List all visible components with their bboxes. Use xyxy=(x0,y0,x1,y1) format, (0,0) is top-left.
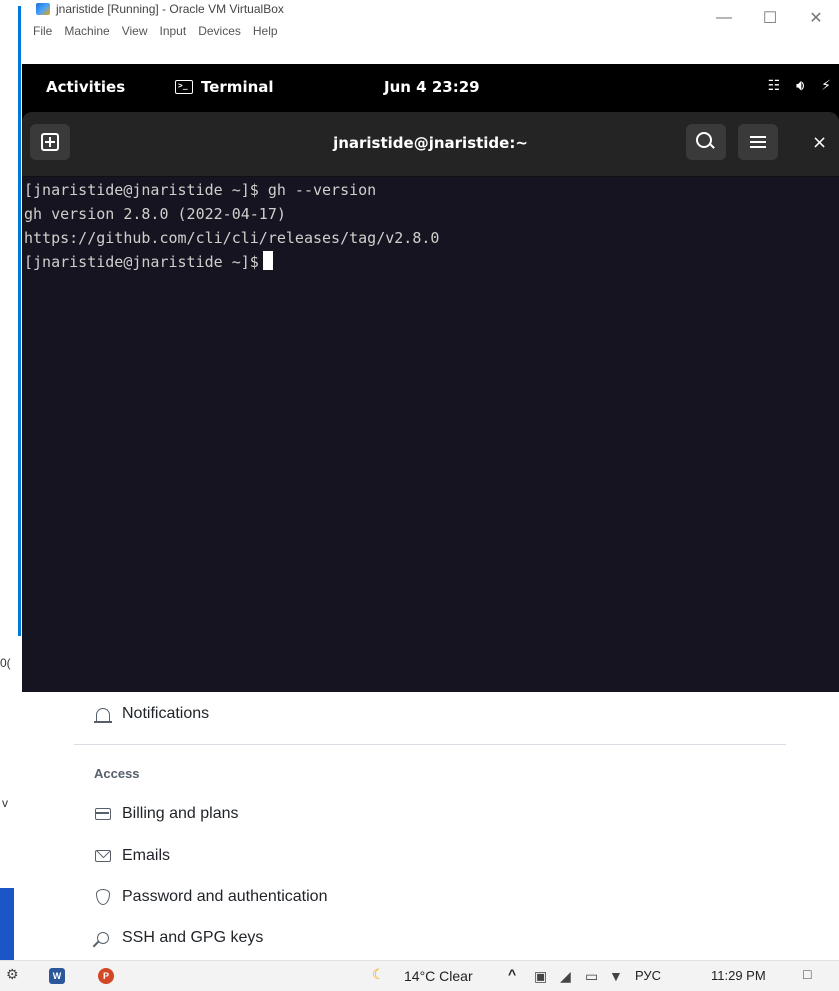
shield-icon xyxy=(96,889,110,905)
sidebar-item-password[interactable]: Password and authentication xyxy=(94,888,327,906)
vbox-menubar: File Machine View Input Devices Help xyxy=(33,24,278,38)
notification-center-icon[interactable]: □ xyxy=(803,966,811,982)
window-title: jnaristide [Running] - Oracle VM Virtual… xyxy=(56,2,284,16)
activities-button[interactable]: Activities xyxy=(46,78,125,96)
section-heading-access: Access xyxy=(94,766,140,781)
menu-view[interactable]: View xyxy=(122,24,148,38)
sidebar-item-label: Emails xyxy=(122,847,171,864)
hamburger-menu-icon xyxy=(750,136,766,148)
search-icon xyxy=(696,132,712,148)
terminal-headerbar: jnaristide@jnaristide:~ × xyxy=(22,112,839,177)
terminal-prompt: [jnaristide@jnaristide ~]$ xyxy=(24,253,259,271)
vbox-title: jnaristide [Running] - Oracle VM Virtual… xyxy=(36,2,284,16)
terminal-prompt-line: [jnaristide@jnaristide ~]$ xyxy=(24,250,839,274)
bell-icon xyxy=(94,707,112,723)
sidebar-item-label: SSH and GPG keys xyxy=(122,929,264,946)
volume-icon: 🔉︎ xyxy=(796,78,806,94)
window-controls: — ☐ ✕ xyxy=(701,0,839,36)
terminal-icon: >_ xyxy=(175,80,193,94)
weather-text[interactable]: 14°C Clear xyxy=(404,968,473,984)
weather-icon[interactable]: ☾︎ xyxy=(372,966,385,983)
terminal-output[interactable]: [jnaristide@jnaristide ~]$ gh --version g… xyxy=(22,178,839,274)
terminal-line: [jnaristide@jnaristide ~]$ gh --version xyxy=(24,181,377,199)
battery-icon[interactable]: ▭︎ xyxy=(585,968,598,985)
terminal-line: https://github.com/cli/cli/releases/tag/… xyxy=(24,229,440,247)
sidebar-item-label: Notifications xyxy=(122,705,210,722)
search-button[interactable] xyxy=(686,124,726,160)
settings-gear-icon[interactable]: ⚙︎ xyxy=(6,966,19,983)
microphone-icon[interactable]: ▼︎ xyxy=(609,968,623,984)
terminal-close-button[interactable]: × xyxy=(812,132,827,153)
sidebar-item-emails[interactable]: Emails xyxy=(94,847,170,865)
app-menu-terminal[interactable]: >_ Terminal xyxy=(175,78,274,96)
menu-machine[interactable]: Machine xyxy=(64,24,109,38)
menu-devices[interactable]: Devices xyxy=(198,24,241,38)
wifi-icon[interactable]: ◢︎ xyxy=(560,968,571,985)
system-status-area[interactable]: ☷ 🔉︎ ⚡︎ xyxy=(768,78,831,94)
clock[interactable]: Jun 4 23:29 xyxy=(384,78,480,96)
credit-card-icon xyxy=(95,808,111,820)
menu-input[interactable]: Input xyxy=(160,24,187,38)
taskbar-clock[interactable]: 11:29 PM xyxy=(711,968,766,983)
show-hidden-icons-button[interactable]: ^ xyxy=(508,966,516,982)
sidebar-item-label: Billing and plans xyxy=(122,805,239,822)
background-text-fragment: 0( xyxy=(0,656,11,670)
tray-app-icon[interactable]: ▣︎ xyxy=(534,968,547,985)
terminal-window[interactable]: jnaristide@jnaristide:~ × [jnaristide@jn… xyxy=(22,112,839,692)
word-icon[interactable]: W xyxy=(49,968,65,984)
menu-file[interactable]: File xyxy=(33,24,52,38)
powerpoint-icon[interactable]: P xyxy=(98,968,114,984)
background-window-fragment xyxy=(0,888,14,960)
key-icon xyxy=(97,932,109,944)
input-language[interactable]: РУС xyxy=(635,968,661,983)
app-name: Terminal xyxy=(201,78,274,96)
sidebar-item-billing[interactable]: Billing and plans xyxy=(94,805,239,823)
terminal-line: gh version 2.8.0 (2022-04-17) xyxy=(24,205,286,223)
windows-taskbar: ⚙︎ W P ☾︎ 14°C Clear ^ ▣︎ ◢︎ ▭︎ ▼︎ РУС 1… xyxy=(0,960,839,991)
host-settings-page: Notifications Access Billing and plans E… xyxy=(22,692,839,960)
sidebar-item-ssh-keys[interactable]: SSH and GPG keys xyxy=(94,929,263,947)
sidebar-item-notifications[interactable]: Notifications xyxy=(94,705,209,723)
virtualbox-logo-icon xyxy=(36,3,50,15)
menu-help[interactable]: Help xyxy=(253,24,278,38)
background-text-fragment: v xyxy=(2,796,8,810)
terminal-cursor xyxy=(262,251,273,270)
close-button[interactable]: ✕ xyxy=(793,0,839,36)
battery-icon: ⚡︎ xyxy=(821,78,831,94)
maximize-button[interactable]: ☐ xyxy=(747,0,793,36)
minimize-button[interactable]: — xyxy=(701,0,747,36)
vbox-window-edge xyxy=(0,0,22,960)
menu-button[interactable] xyxy=(738,124,778,160)
sidebar-item-label: Password and authentication xyxy=(122,888,328,905)
divider xyxy=(74,744,786,745)
window-border xyxy=(18,6,21,636)
network-icon: ☷ xyxy=(767,78,781,94)
vbox-titlebar: jnaristide [Running] - Oracle VM Virtual… xyxy=(22,0,839,44)
mail-icon xyxy=(95,850,111,862)
gnome-top-bar: Activities >_ Terminal Jun 4 23:29 ☷ 🔉︎ … xyxy=(22,72,839,104)
